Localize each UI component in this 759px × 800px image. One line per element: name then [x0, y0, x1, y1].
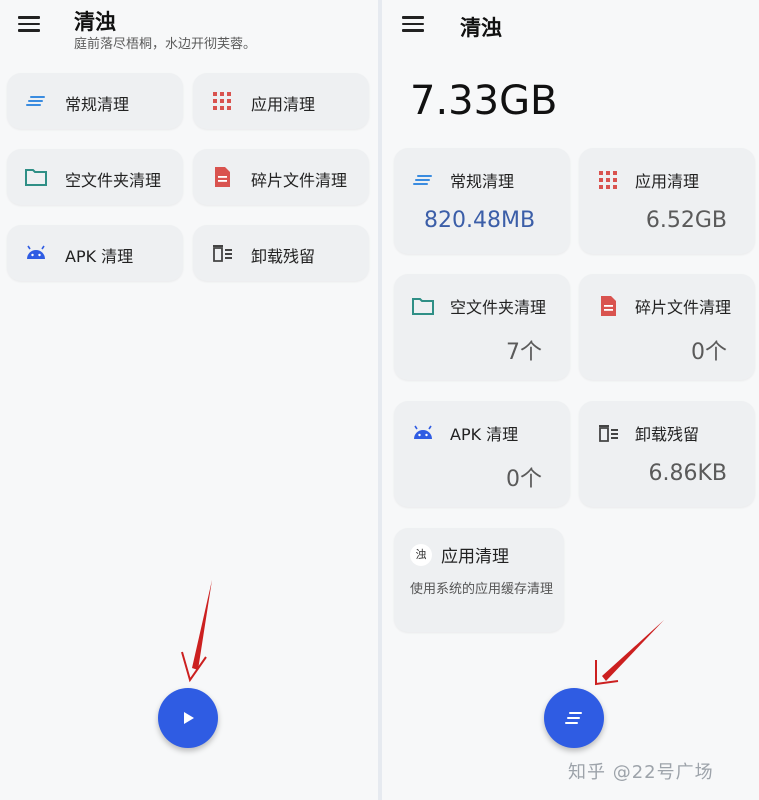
watermark: 知乎 @22号广场: [568, 762, 714, 783]
right-arrow-annotation: [595, 620, 664, 686]
annotation-arrows: [181, 580, 664, 686]
left-arrow-annotation: [181, 580, 212, 683]
